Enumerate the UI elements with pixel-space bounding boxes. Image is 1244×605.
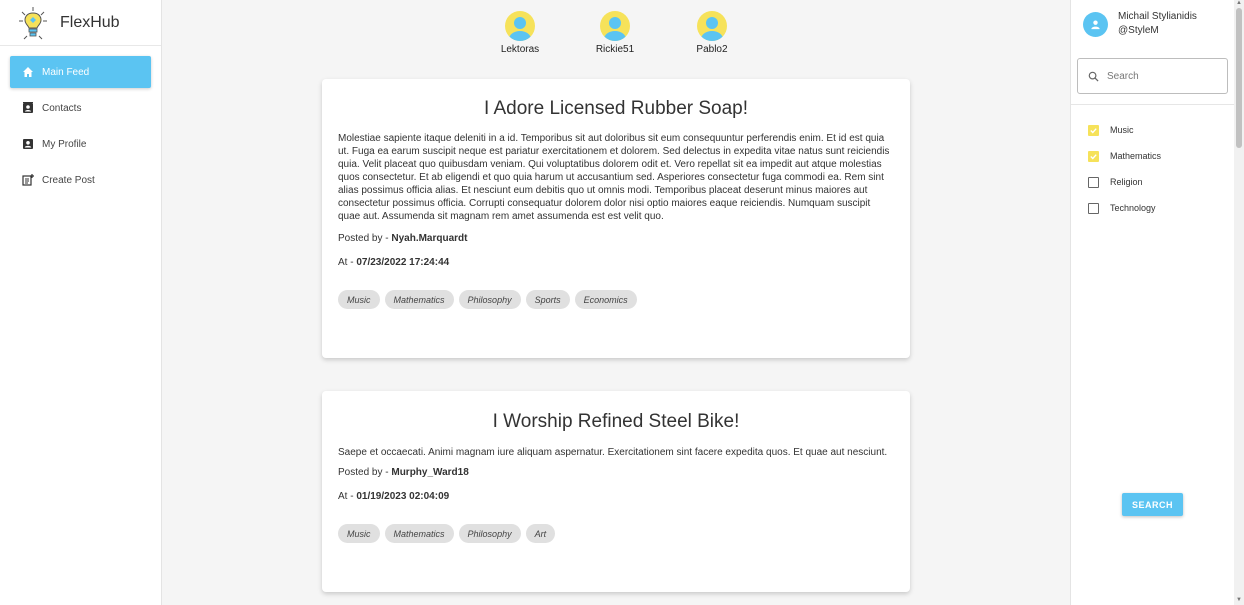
- create-post-icon: [22, 174, 34, 186]
- posted-by-label: Posted by -: [338, 233, 392, 244]
- avatar-icon: [697, 11, 727, 41]
- nav-label: Contacts: [42, 102, 82, 114]
- post-author[interactable]: Nyah.Marquardt: [391, 233, 467, 244]
- right-panel: Michail Stylianidis @StyleM Music Mathem…: [1070, 0, 1234, 605]
- tag-chip[interactable]: Mathematics: [384, 524, 454, 543]
- user-avatar-item[interactable]: Lektoras: [490, 11, 550, 55]
- left-sidebar: FlexHub Main Feed Contacts My Profile Cr…: [0, 0, 162, 605]
- filter-music[interactable]: Music: [1088, 117, 1234, 143]
- post-tags: Music Mathematics Philosophy Art: [338, 524, 894, 543]
- avatar-icon: [600, 11, 630, 41]
- post-title: I Worship Refined Steel Bike!: [492, 411, 740, 432]
- brand[interactable]: FlexHub: [0, 0, 161, 46]
- post-card[interactable]: I Adore Licensed Rubber Soap! Molestiae …: [322, 79, 910, 358]
- at-label: At -: [338, 491, 357, 502]
- post-author[interactable]: Murphy_Ward18: [391, 467, 468, 478]
- tag-chip[interactable]: Mathematics: [384, 290, 454, 309]
- profile-text: Michail Stylianidis @StyleM: [1118, 10, 1197, 38]
- filter-label: Music: [1110, 125, 1134, 135]
- tag-chip[interactable]: Art: [525, 524, 556, 543]
- tag-chip[interactable]: Music: [338, 524, 380, 543]
- scrollbar-thumb[interactable]: [1236, 8, 1242, 148]
- checkbox-unchecked-icon[interactable]: [1088, 176, 1099, 188]
- scroll-down-icon[interactable]: ▼: [1236, 597, 1242, 603]
- filter-mathematics[interactable]: Mathematics: [1088, 143, 1234, 169]
- filter-religion[interactable]: Religion: [1088, 169, 1234, 195]
- home-icon: [22, 66, 34, 78]
- nav-menu: Main Feed Contacts My Profile Create Pos…: [0, 46, 161, 210]
- search-icon: [1088, 71, 1099, 82]
- profile-icon: [22, 138, 34, 150]
- search-button[interactable]: SEARCH: [1122, 493, 1183, 516]
- nav-item-create-post[interactable]: Create Post: [10, 164, 151, 196]
- scroll-up-icon[interactable]: ▲: [1236, 0, 1242, 6]
- profile-name: Michail Stylianidis: [1118, 11, 1197, 22]
- checkbox-checked-icon[interactable]: [1088, 150, 1099, 162]
- post-time-line: At - 07/23/2022 17:24:44: [338, 257, 894, 268]
- main-feed: Lektoras Rickie51 Pablo2 I Adore License…: [162, 0, 1070, 605]
- post-body: Saepe et occaecati. Animi magnam iure al…: [338, 447, 888, 458]
- filter-label: Religion: [1110, 177, 1143, 187]
- user-avatar-icon: [1083, 11, 1108, 37]
- nav-item-main-feed[interactable]: Main Feed: [10, 56, 151, 88]
- user-avatar-item[interactable]: Rickie51: [585, 11, 645, 55]
- nav-label: Main Feed: [42, 66, 90, 78]
- filter-label: Technology: [1110, 203, 1156, 213]
- user-avatar-item[interactable]: Pablo2: [682, 11, 742, 55]
- avatar-icon: [505, 11, 535, 41]
- checkbox-unchecked-icon[interactable]: [1088, 202, 1099, 214]
- flexhub-logo-icon: [19, 6, 47, 39]
- tag-chip[interactable]: Music: [338, 290, 380, 309]
- tag-chip[interactable]: Economics: [574, 290, 637, 309]
- tag-chip[interactable]: Philosophy: [458, 524, 521, 543]
- top-users-strip: Lektoras Rickie51 Pablo2: [162, 11, 1070, 61]
- contacts-icon: [22, 102, 34, 114]
- nav-label: My Profile: [42, 138, 87, 150]
- profile-handle: @StyleM: [1118, 25, 1159, 36]
- post-title: I Adore Licensed Rubber Soap!: [483, 98, 749, 119]
- nav-item-contacts[interactable]: Contacts: [10, 92, 151, 124]
- post-card[interactable]: I Worship Refined Steel Bike! Saepe et o…: [322, 391, 910, 592]
- post-author-line: Posted by - Nyah.Marquardt: [338, 233, 894, 244]
- search-input[interactable]: [1107, 70, 1217, 82]
- filter-technology[interactable]: Technology: [1088, 195, 1234, 221]
- profile-header[interactable]: Michail Stylianidis @StyleM: [1071, 0, 1234, 48]
- nav-label: Create Post: [42, 174, 95, 186]
- user-name: Pablo2: [696, 44, 728, 55]
- user-name: Lektoras: [500, 44, 540, 55]
- search-field[interactable]: [1077, 58, 1228, 94]
- post-author-line: Posted by - Murphy_Ward18: [338, 467, 894, 478]
- filter-label: Mathematics: [1110, 151, 1162, 161]
- tag-chip[interactable]: Sports: [525, 290, 570, 309]
- app-name: FlexHub: [60, 13, 120, 31]
- post-time-line: At - 01/19/2023 02:04:09: [338, 491, 894, 502]
- nav-item-my-profile[interactable]: My Profile: [10, 128, 151, 160]
- post-tags: Music Mathematics Philosophy Sports Econ…: [338, 290, 894, 309]
- post-body: Molestiae sapiente itaque deleniti in a …: [338, 133, 890, 222]
- checkbox-checked-icon[interactable]: [1088, 124, 1099, 136]
- tag-chip[interactable]: Philosophy: [458, 290, 521, 309]
- post-timestamp: 01/19/2023 02:04:09: [356, 491, 450, 502]
- page-scrollbar[interactable]: ▲ ▼: [1234, 0, 1244, 605]
- at-label: At -: [338, 257, 357, 268]
- posted-by-label: Posted by -: [338, 467, 392, 478]
- category-filters: Music Mathematics Religion Technology: [1071, 105, 1234, 221]
- post-timestamp: 07/23/2022 17:24:44: [356, 257, 450, 268]
- user-name: Rickie51: [595, 44, 635, 55]
